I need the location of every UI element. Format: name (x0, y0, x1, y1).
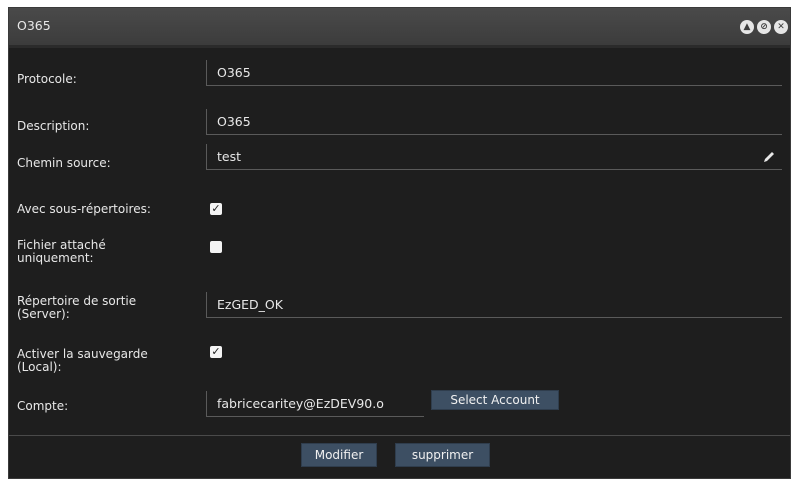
chemin-source-value: test (217, 149, 242, 164)
collapse-icon[interactable]: ▲ (740, 20, 754, 34)
description-label: Description: (17, 119, 90, 133)
activer-sauvegarde-checkbox[interactable]: ✓ (210, 346, 222, 358)
pencil-icon[interactable] (762, 150, 776, 164)
o365-dialog: O365 ▲ ⊘ ✕ Protocole: O365 Description: … (8, 7, 791, 479)
block-icon[interactable]: ⊘ (757, 20, 771, 34)
window-title: O365 (17, 18, 51, 33)
activer-sauvegarde-label-line2: (Local): (17, 360, 62, 374)
fichier-attache-checkbox[interactable] (210, 241, 222, 253)
select-account-button[interactable]: Select Account (431, 390, 559, 410)
titlebar: O365 ▲ ⊘ ✕ (9, 8, 790, 48)
modifier-button[interactable]: Modifier (301, 443, 377, 467)
activer-sauvegarde-label-line1: Activer la sauvegarde (17, 347, 148, 361)
compte-field[interactable]: fabricecaritey@EzDEV90.o (206, 391, 424, 417)
protocole-label: Protocole: (17, 72, 77, 86)
repertoire-sortie-label-line1: Répertoire de sortie (17, 294, 137, 308)
description-field[interactable]: O365 (206, 109, 782, 135)
footer-divider (9, 435, 790, 436)
chemin-source-field[interactable]: test (206, 144, 782, 170)
fichier-attache-label-line2: uniquement: (17, 251, 94, 265)
close-icon[interactable]: ✕ (774, 20, 788, 34)
fichier-attache-label-line1: Fichier attaché (17, 238, 106, 252)
repertoire-sortie-label-line2: (Server): (17, 307, 70, 321)
avec-sous-repertoires-label: Avec sous-répertoires: (17, 202, 151, 216)
repertoire-sortie-field[interactable]: EzGED_OK (206, 292, 782, 318)
chemin-source-label: Chemin source: (17, 156, 111, 170)
compte-label: Compte: (17, 399, 69, 413)
avec-sous-repertoires-checkbox[interactable]: ✓ (210, 203, 222, 215)
protocole-field[interactable]: O365 (206, 60, 782, 86)
supprimer-button[interactable]: supprimer (395, 443, 490, 467)
